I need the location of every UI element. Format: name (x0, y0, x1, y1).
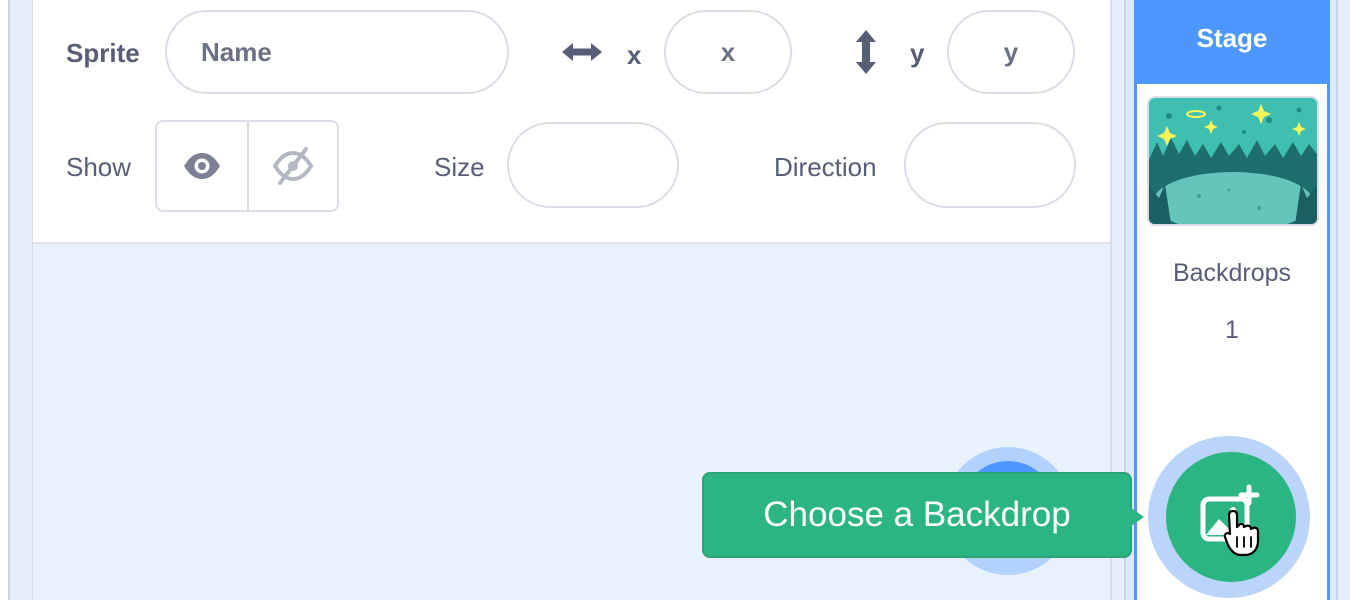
x-position-input[interactable] (664, 10, 792, 94)
direction-input[interactable] (904, 122, 1076, 208)
eye-slash-icon (272, 147, 314, 185)
backdrops-label: Backdrops (1172, 259, 1292, 287)
sprite-info-panel: Sprite x y Show (33, 0, 1110, 244)
backdrop-thumbnail (1147, 96, 1319, 226)
vertical-arrows-icon (856, 30, 876, 74)
backdrops-count: 1 (1225, 316, 1239, 344)
pointer-hand-icon (1223, 509, 1260, 557)
choose-backdrop-button[interactable] (1166, 452, 1296, 582)
x-label: x (627, 40, 642, 70)
size-input[interactable] (507, 122, 679, 208)
direction-label: Direction (774, 152, 877, 182)
hide-sprite-button[interactable] (247, 122, 337, 210)
image-plus-icon (1200, 484, 1260, 557)
y-position-input[interactable] (947, 10, 1075, 94)
show-label: Show (66, 152, 132, 182)
eye-icon (184, 153, 220, 179)
visibility-toggle-group (155, 120, 339, 212)
size-label: Size (434, 152, 485, 182)
choose-backdrop-tooltip: Choose a Backdrop (702, 472, 1144, 558)
sprite-label: Sprite (66, 38, 140, 68)
horizontal-arrows-icon (562, 43, 602, 61)
show-sprite-button[interactable] (157, 122, 247, 210)
tooltip-arrow (1130, 507, 1144, 527)
left-pane-edge (0, 0, 10, 600)
tooltip-text: Choose a Backdrop (763, 495, 1071, 534)
y-label: y (910, 38, 925, 68)
sprite-name-input[interactable] (165, 10, 509, 94)
stage-header: Stage (1134, 0, 1330, 84)
